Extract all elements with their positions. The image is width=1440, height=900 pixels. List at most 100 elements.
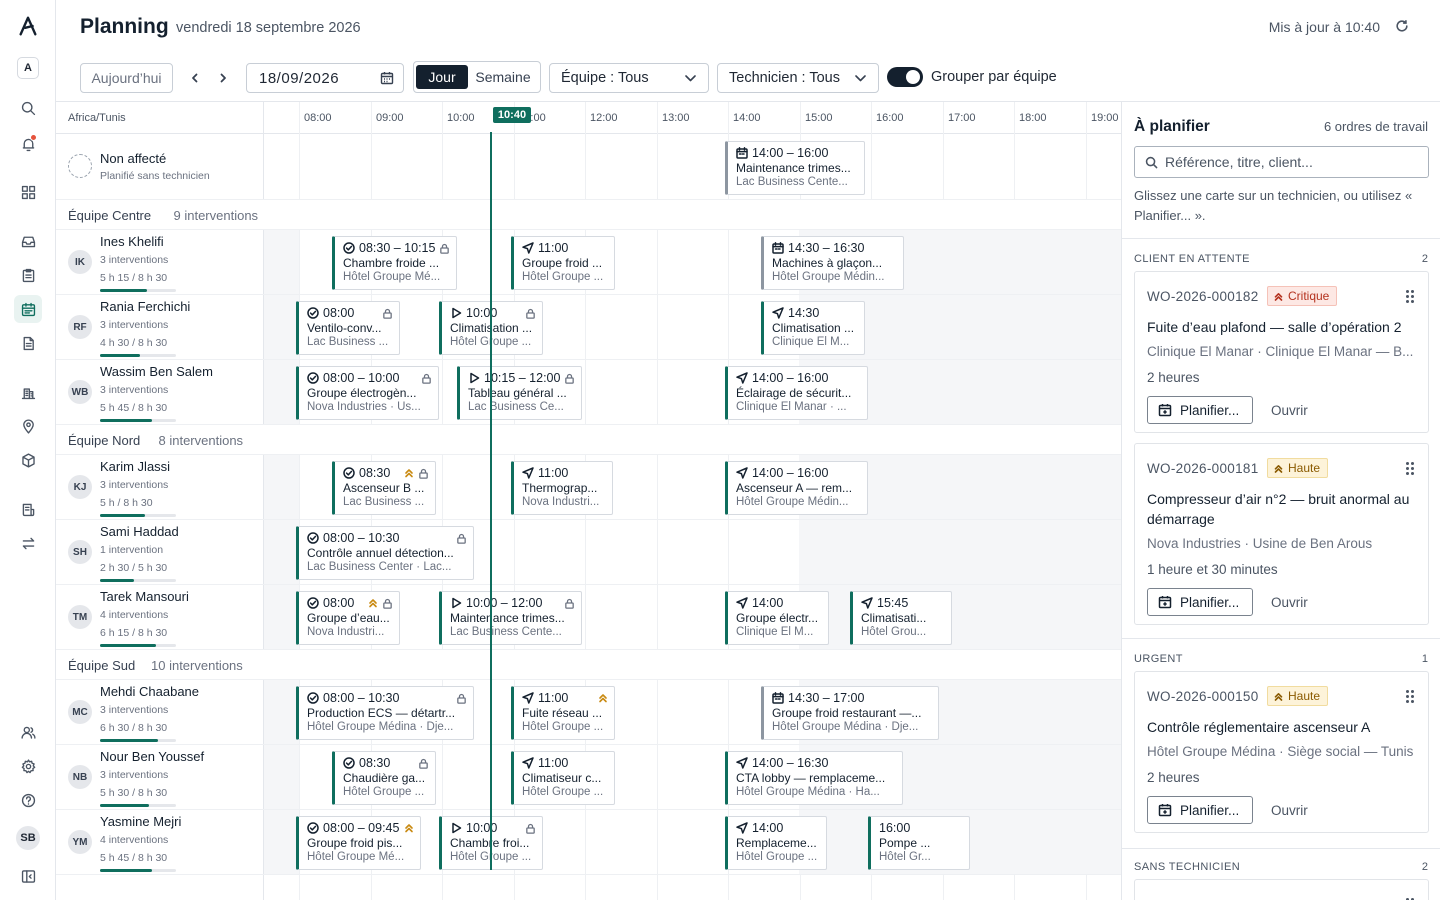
view-day-button[interactable]: Jour [416,65,468,89]
package-icon[interactable] [14,446,42,474]
drag-handle-icon[interactable] [1406,462,1414,475]
card-time: 15:45 [861,596,945,610]
inbox-icon[interactable] [14,227,42,255]
app-logo[interactable] [14,12,42,40]
unassigned-sub: Planifié sans technicien [100,170,210,182]
navigation-icon [736,757,748,769]
user-avatar[interactable]: SB [16,826,40,850]
section-label: CLIENT EN ATTENTE [1134,253,1250,265]
work-order-card[interactable]: 08:00 – 10:00 Groupe électrogèn... Nova In… [296,366,439,420]
technician-filter-select[interactable]: Technicien : Tous [717,63,879,93]
settings-icon[interactable] [14,752,42,780]
team-filter-select[interactable]: Équipe : Tous [549,63,709,93]
collapse-sidebar-icon[interactable] [14,862,42,890]
work-order-card[interactable]: 14:30 – 17:00 Groupe froid restaurant —..… [761,686,939,740]
work-order-card[interactable]: 11:00 Groupe froid ... Hôtel Groupe ... [511,236,615,290]
today-button[interactable]: Aujourd’hui [80,63,173,93]
document-icon[interactable] [14,329,42,357]
team-header[interactable]: Équipe Centre 9 interventions [56,200,1121,230]
work-order-card[interactable]: 15:45 Climatisati... Hôtel Grou... [850,591,952,645]
view-week-button[interactable]: Semaine [468,69,538,85]
users-icon[interactable] [14,718,42,746]
work-order-card[interactable]: 14:00 – 16:00 Éclairage de sécurit... Clin… [725,366,868,420]
work-order-card[interactable]: 08:30 – 10:15 Chambre froide ... Hôtel Gro… [332,236,457,290]
open-link[interactable]: Ouvrir [1271,403,1308,418]
next-day-button[interactable] [212,66,234,90]
plan-button[interactable]: Planifier... [1147,588,1253,616]
page-header: Planning vendredi 18 septembre 2026 Mis … [56,0,1440,56]
work-order-card[interactable]: 08:30 Ascenseur B ... Lac Business ... [332,461,436,515]
technician-count: 3 interventions [100,254,169,266]
team-header[interactable]: Équipe Sud 10 interventions [56,650,1121,680]
technician-name[interactable]: Sami Haddad [100,524,179,539]
search-icon[interactable] [14,94,42,122]
off-hours-shading [264,360,299,424]
workspace-badge[interactable]: A [17,57,39,79]
off-hours-shading [1013,585,1121,649]
receipt-icon[interactable] [14,495,42,523]
work-order-card[interactable]: 08:00 Ventilo-conv... Lac Business ... [296,301,400,355]
work-order-card[interactable]: 14:30 Climatisation ... Clinique El M... [761,301,865,355]
work-order-card[interactable]: 08:00 – 09:45 Groupe froid pis... Hôtel Gr… [296,816,421,870]
technician-name[interactable]: Ines Khelifi [100,234,164,249]
work-order-card[interactable]: 10:15 – 12:00 Tableau général ... Lac Busi… [457,366,582,420]
work-order-item[interactable]: WO-2026-000181 Haute Compresseur d’air n°2… [1134,443,1429,625]
technician-name[interactable]: Yasmine Mejri [100,814,181,829]
help-icon[interactable] [14,786,42,814]
work-order-card[interactable]: 11:00 Fuite réseau ... Hôtel Groupe ... [511,686,615,740]
date-input[interactable]: 18/09/2026 [246,63,404,93]
dashboard-icon[interactable] [14,178,42,206]
work-order-item[interactable] [1134,879,1429,900]
panel-search-input[interactable]: Référence, titre, client... [1134,146,1429,178]
open-link[interactable]: Ouvrir [1271,595,1308,610]
work-order-card[interactable]: 14:00 – 16:30 CTA lobby — remplaceme... Hô… [725,751,903,805]
transfer-icon[interactable] [14,529,42,557]
building-icon[interactable] [14,378,42,406]
work-order-item[interactable]: WO-2026-000150 Haute Contrôle réglementair… [1134,671,1429,833]
plan-button[interactable]: Planifier... [1147,796,1253,824]
technician-name[interactable]: Tarek Mansouri [100,589,189,604]
drag-handle-icon[interactable] [1406,690,1414,703]
work-order-card[interactable]: 08:00 – 10:30 Contrôle annuel détection..… [296,526,474,580]
work-order-card[interactable]: 16:00 Pompe ... Hôtel Gr... [868,816,970,870]
work-order-card[interactable]: 11:00 Climatiseur c... Hôtel Groupe ... [511,751,615,805]
group-by-team-toggle[interactable] [887,67,923,87]
drag-handle-icon[interactable] [1406,290,1414,303]
card-time-text: 14:30 [788,306,820,320]
calendar-icon[interactable] [14,295,42,323]
work-order-item[interactable]: WO-2026-000182 Critique Fuite d’eau plafon… [1134,271,1429,433]
refresh-icon[interactable] [1392,16,1412,36]
technician-count: 4 interventions [100,834,169,846]
work-order-card[interactable]: 10:00 – 12:00 Maintenance trimes... Lac Bu… [439,591,582,645]
off-hours-shading [1013,230,1121,294]
plan-button[interactable]: Planifier... [1147,396,1253,424]
work-order-card[interactable]: 14:00 – 16:00 Maintenance trimes... Lac Bu… [725,141,865,195]
work-order-card[interactable]: 14:00 – 16:00 Ascenseur A — rem... Hôtel G… [725,461,868,515]
clipboard-icon[interactable] [14,261,42,289]
prev-day-button[interactable] [184,66,206,90]
technician-name[interactable]: Karim Jlassi [100,459,170,474]
work-order-card[interactable]: 14:00 Remplaceme... Hôtel Groupe ... [725,816,827,870]
technician-name[interactable]: Wassim Ben Salem [100,364,213,379]
team-header[interactable]: Équipe Nord 8 interventions [56,425,1121,455]
open-link[interactable]: Ouvrir [1271,803,1308,818]
hour-label: 09:00 [376,112,404,124]
technician-name[interactable]: Rania Ferchichi [100,299,190,314]
work-order-card[interactable]: 14:30 – 16:30 Machines à glaçon... Hôtel G… [761,236,904,290]
off-hours-shading [1013,455,1121,519]
map-pin-icon[interactable] [14,412,42,440]
work-order-card[interactable]: 14:00 Groupe électr... Clinique El M... [725,591,829,645]
work-order-card[interactable]: 11:00 Thermograp... Nova Industri... [511,461,613,515]
work-order-card[interactable]: 08:00 – 10:30 Production ECS — détartr...… [296,686,474,740]
bell-icon[interactable] [14,130,42,158]
work-order-title: Fuite d’eau plafond — salle d’opération … [1147,319,1402,335]
work-order-card[interactable]: 08:00 Groupe d’eau... Nova Industri... [296,591,400,645]
work-order-card[interactable]: 08:30 Chaudière ga... Hôtel Groupe ... [332,751,436,805]
card-time-text: 11:00 [538,466,569,480]
card-title: Chambre froide ... [343,256,440,270]
technician-name[interactable]: Mehdi Chaabane [100,684,199,699]
card-site: Hôtel Groupe ... [343,786,425,798]
technician-row: YM Yasmine Mejri 4 interventions 5 h 45 / 8… [56,810,1121,875]
card-time-text: 11:00 [538,756,569,770]
technician-name[interactable]: Nour Ben Youssef [100,749,204,764]
